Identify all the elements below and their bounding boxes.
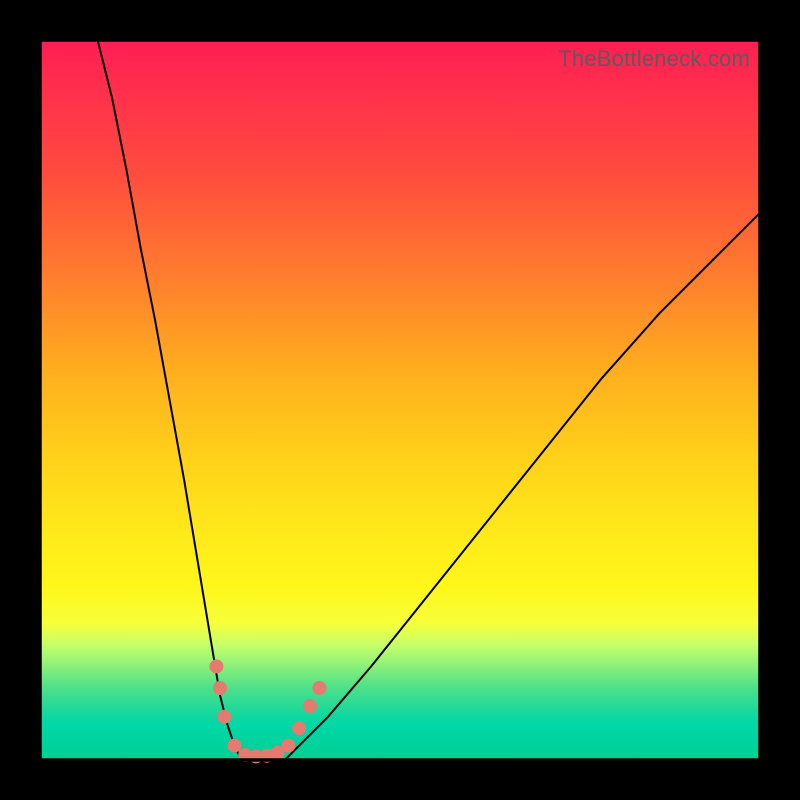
outer-frame: TheBottleneck.com <box>0 0 800 800</box>
data-marker <box>312 681 326 695</box>
plot-border <box>40 40 760 760</box>
bottleneck-curve <box>98 40 760 760</box>
data-marker <box>213 681 227 695</box>
data-marker <box>292 721 306 735</box>
marker-group <box>209 659 326 763</box>
data-marker <box>303 699 317 713</box>
plot-area: TheBottleneck.com <box>40 40 760 760</box>
data-marker <box>209 659 223 673</box>
chart-svg <box>40 40 760 760</box>
data-marker <box>281 739 295 753</box>
data-marker <box>217 710 231 724</box>
data-marker <box>227 739 241 753</box>
